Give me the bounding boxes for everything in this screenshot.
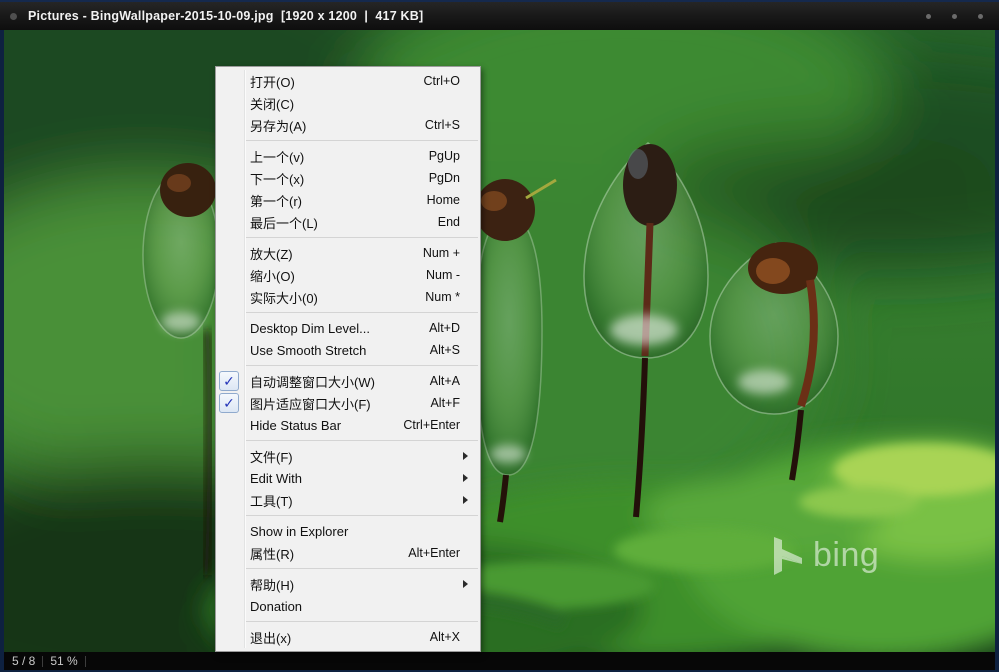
menu-item-shortcut: Alt+Enter (408, 546, 472, 560)
menu-separator (246, 365, 478, 366)
menu-separator (246, 568, 478, 569)
checkmark-icon: ✓ (219, 393, 239, 413)
menu-item-label: 图片适应窗口大小(F) (250, 394, 430, 413)
menu-item-label: Donation (250, 599, 460, 614)
submenu-arrow-icon (463, 452, 468, 460)
menu-item-shortcut: Home (427, 193, 472, 207)
menu-item-label: 帮助(H) (250, 575, 463, 594)
menu-item-label: 缩小(O) (250, 266, 426, 285)
status-divider (85, 656, 86, 667)
window-controls (926, 14, 999, 19)
menu-item-close[interactable]: 关闭(C) (216, 92, 480, 114)
menu-item-label: 另存为(A) (250, 116, 425, 135)
menu-item-tools-submenu[interactable]: 工具(T) (216, 489, 480, 511)
menu-separator (246, 237, 478, 238)
menu-item-show-in-explorer[interactable]: Show in Explorer (216, 520, 480, 542)
menu-item-shortcut: Ctrl+O (424, 74, 472, 88)
menu-item-label: 第一个(r) (250, 191, 427, 210)
menu-item-shortcut: PgDn (429, 171, 472, 185)
menu-item-actual-size[interactable]: 实际大小(0) Num * (216, 286, 480, 308)
image-viewer-window: Pictures - BingWallpaper-2015-10-09.jpg … (0, 0, 999, 672)
menu-item-next[interactable]: 下一个(x) PgDn (216, 167, 480, 189)
menu-item-properties[interactable]: 属性(R) Alt+Enter (216, 542, 480, 564)
menu-item-save-as[interactable]: 另存为(A) Ctrl+S (216, 114, 480, 136)
status-divider (42, 656, 43, 667)
minimize-button-icon[interactable] (926, 14, 931, 19)
menu-item-label: 上一个(v) (250, 147, 429, 166)
menu-item-file-submenu[interactable]: 文件(F) (216, 445, 480, 467)
menu-item-shortcut: Alt+F (430, 396, 472, 410)
submenu-arrow-icon (463, 474, 468, 482)
menu-separator (246, 621, 478, 622)
menu-item-label: 自动调整窗口大小(W) (250, 372, 430, 391)
menu-item-hide-status-bar[interactable]: Hide Status Bar Ctrl+Enter (216, 414, 480, 436)
menu-item-help-submenu[interactable]: 帮助(H) (216, 573, 480, 595)
close-button-icon[interactable] (978, 14, 983, 19)
menu-separator (246, 440, 478, 441)
menu-item-label: 退出(x) (250, 628, 430, 647)
menu-item-edit-with-submenu[interactable]: Edit With (216, 467, 480, 489)
bing-watermark: bing (774, 536, 879, 575)
menu-item-shortcut: Alt+D (429, 321, 472, 335)
menu-item-open[interactable]: 打开(O) Ctrl+O (216, 70, 480, 92)
menu-item-label: 关闭(C) (250, 94, 460, 113)
menu-item-first[interactable]: 第一个(r) Home (216, 189, 480, 211)
menu-item-label: 工具(T) (250, 491, 463, 510)
menu-item-shortcut: PgUp (429, 149, 472, 163)
menu-item-shortcut: Ctrl+Enter (403, 418, 472, 432)
zoom-level: 51 % (50, 654, 77, 668)
status-bar: 5 / 8 51 % (4, 652, 995, 670)
menu-item-zoom-in[interactable]: 放大(Z) Num + (216, 242, 480, 264)
menu-item-shortcut: Num - (426, 268, 472, 282)
menu-item-exit[interactable]: 退出(x) Alt+X (216, 626, 480, 648)
menu-item-last[interactable]: 最后一个(L) End (216, 211, 480, 233)
menu-separator (246, 515, 478, 516)
checkmark-icon: ✓ (219, 371, 239, 391)
bing-logo-icon (774, 537, 804, 575)
image-canvas[interactable]: bing (4, 30, 995, 652)
image-index: 5 / 8 (12, 654, 35, 668)
submenu-arrow-icon (463, 580, 468, 588)
menu-item-label: 属性(R) (250, 544, 408, 563)
window-title: Pictures - BingWallpaper-2015-10-09.jpg … (28, 9, 423, 23)
menu-item-shortcut: Num * (425, 290, 472, 304)
menu-item-donation[interactable]: Donation (216, 595, 480, 617)
menu-item-label: Edit With (250, 471, 463, 486)
menu-item-shortcut: End (438, 215, 472, 229)
menu-item-zoom-out[interactable]: 缩小(O) Num - (216, 264, 480, 286)
menu-item-use-smooth-stretch[interactable]: Use Smooth Stretch Alt+S (216, 339, 480, 361)
menu-item-label: 打开(O) (250, 72, 424, 91)
menu-item-shortcut: Ctrl+S (425, 118, 472, 132)
bing-logo-text: bing (813, 536, 879, 575)
menu-item-label: Use Smooth Stretch (250, 343, 430, 358)
menu-item-label: Desktop Dim Level... (250, 321, 429, 336)
menu-separator (246, 140, 478, 141)
menu-item-label: Hide Status Bar (250, 418, 403, 433)
menu-separator (246, 312, 478, 313)
menu-item-desktop-dim-level[interactable]: Desktop Dim Level... Alt+D (216, 317, 480, 339)
menu-item-label: 文件(F) (250, 447, 463, 466)
menu-item-shortcut: Alt+X (430, 630, 472, 644)
menu-item-shortcut: Alt+S (430, 343, 472, 357)
context-menu: 打开(O) Ctrl+O 关闭(C) 另存为(A) Ctrl+S 上一个(v) … (215, 66, 481, 652)
menu-item-auto-adjust-window-size[interactable]: ✓ 自动调整窗口大小(W) Alt+A (216, 370, 480, 392)
menu-item-shortcut: Alt+A (430, 374, 472, 388)
titlebar[interactable]: Pictures - BingWallpaper-2015-10-09.jpg … (0, 0, 999, 30)
menu-item-label: 最后一个(L) (250, 213, 438, 232)
menu-item-shortcut: Num + (423, 246, 472, 260)
menu-item-label: 放大(Z) (250, 244, 423, 263)
maximize-button-icon[interactable] (952, 14, 957, 19)
menu-item-label: Show in Explorer (250, 524, 460, 539)
app-icon (10, 13, 17, 20)
menu-item-label: 实际大小(0) (250, 288, 425, 307)
menu-item-fit-image-to-window[interactable]: ✓ 图片适应窗口大小(F) Alt+F (216, 392, 480, 414)
submenu-arrow-icon (463, 496, 468, 504)
menu-item-label: 下一个(x) (250, 169, 429, 188)
menu-item-previous[interactable]: 上一个(v) PgUp (216, 145, 480, 167)
